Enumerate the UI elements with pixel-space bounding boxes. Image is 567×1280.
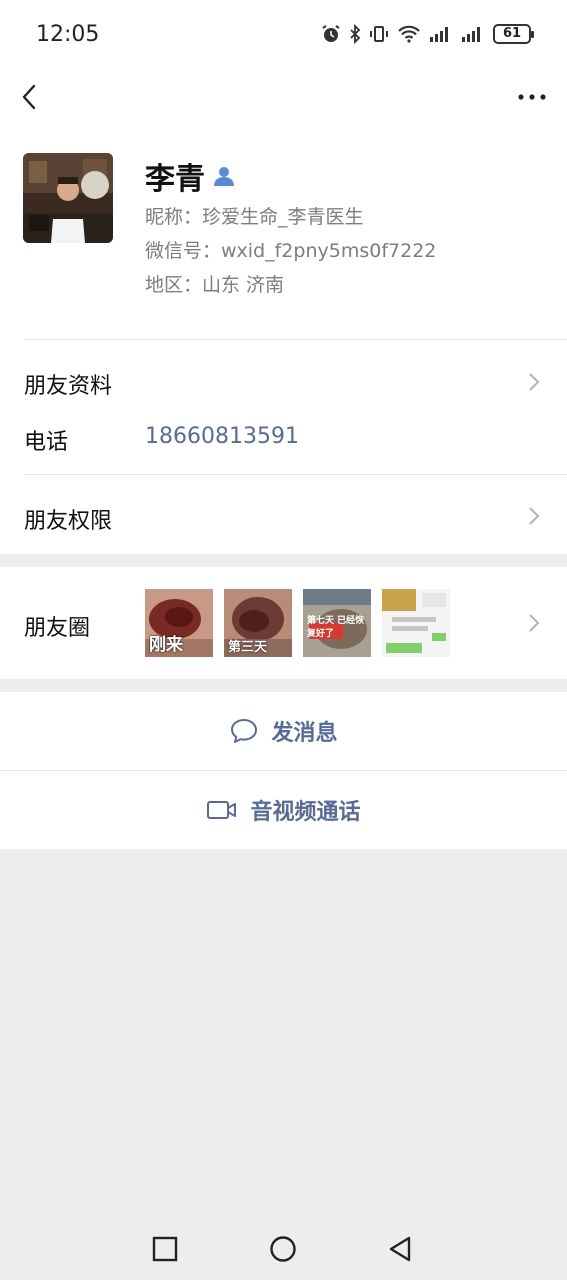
region: 地区：山东 济南 xyxy=(145,274,285,296)
status-time: 12:05 xyxy=(36,22,100,47)
chat-bubble-icon xyxy=(231,719,258,743)
row-friend-permissions[interactable]: 朋友权限 xyxy=(0,475,567,554)
recents-icon[interactable] xyxy=(150,1234,180,1264)
moment-photo xyxy=(382,589,450,657)
video-call-label: 音视频通话 xyxy=(250,800,361,825)
more-icon[interactable] xyxy=(515,82,549,112)
moments-thumbnails: 刚来 第三天 第七天 已经恢复好了 xyxy=(145,589,450,657)
contact-name: 李青 xyxy=(145,162,205,197)
moment-thumb[interactable]: 刚来 xyxy=(145,589,213,657)
chevron-right-icon xyxy=(529,507,540,525)
phone-label: 电话 xyxy=(24,430,69,455)
row-friend-info[interactable]: 朋友资料 xyxy=(0,340,567,414)
signal-icon xyxy=(430,27,448,42)
battery-icon: 61 xyxy=(493,24,534,44)
send-message-button[interactable]: 发消息 xyxy=(0,692,567,770)
status-icons: 61 xyxy=(321,24,534,44)
bluetooth-icon xyxy=(350,24,361,44)
vibrate-icon xyxy=(370,26,388,42)
status-bar: 12:05 61 xyxy=(0,0,567,70)
avatar[interactable] xyxy=(23,153,113,243)
moment-caption: 第七天 已经恢复好了 xyxy=(307,616,365,639)
moment-caption: 刚来 xyxy=(149,635,183,655)
signal-icon-2 xyxy=(462,27,480,42)
name-row: 李青 xyxy=(145,154,237,198)
back-icon[interactable] xyxy=(14,78,48,116)
moments-label: 朋友圈 xyxy=(24,616,91,641)
home-icon[interactable] xyxy=(268,1234,298,1264)
row-moments[interactable]: 朋友圈 刚来 第三天 第七天 已经恢复好了 xyxy=(0,567,567,679)
row-phone: 电话 18660813591 xyxy=(0,414,567,475)
video-camera-icon xyxy=(207,801,237,819)
system-navigation-bar xyxy=(0,1220,567,1280)
nickname: 昵称：珍爱生命_李青医生 xyxy=(145,206,364,228)
friend-permissions-label: 朋友权限 xyxy=(24,509,113,534)
moment-thumb[interactable] xyxy=(382,589,450,657)
moment-thumb[interactable]: 第七天 已经恢复好了 xyxy=(303,589,371,657)
back-triangle-icon[interactable] xyxy=(386,1234,416,1264)
profile-card: 李青 昵称：珍爱生命_李青医生 微信号：wxid_f2pny5ms0f7222 … xyxy=(0,124,567,340)
video-call-button[interactable]: 音视频通话 xyxy=(0,771,567,849)
phone-number-link[interactable]: 18660813591 xyxy=(145,424,299,449)
alarm-icon xyxy=(322,25,340,42)
send-message-label: 发消息 xyxy=(271,721,338,746)
chevron-right-icon xyxy=(529,373,540,391)
wechat-id: 微信号：wxid_f2pny5ms0f7222 xyxy=(145,240,437,262)
person-icon xyxy=(214,167,234,186)
chevron-right-icon xyxy=(529,614,540,632)
nav-bar xyxy=(0,70,567,124)
wifi-icon xyxy=(398,25,420,43)
moment-caption: 第三天 xyxy=(228,640,268,655)
moment-thumb[interactable]: 第三天 xyxy=(224,589,292,657)
friend-info-label: 朋友资料 xyxy=(24,374,113,399)
